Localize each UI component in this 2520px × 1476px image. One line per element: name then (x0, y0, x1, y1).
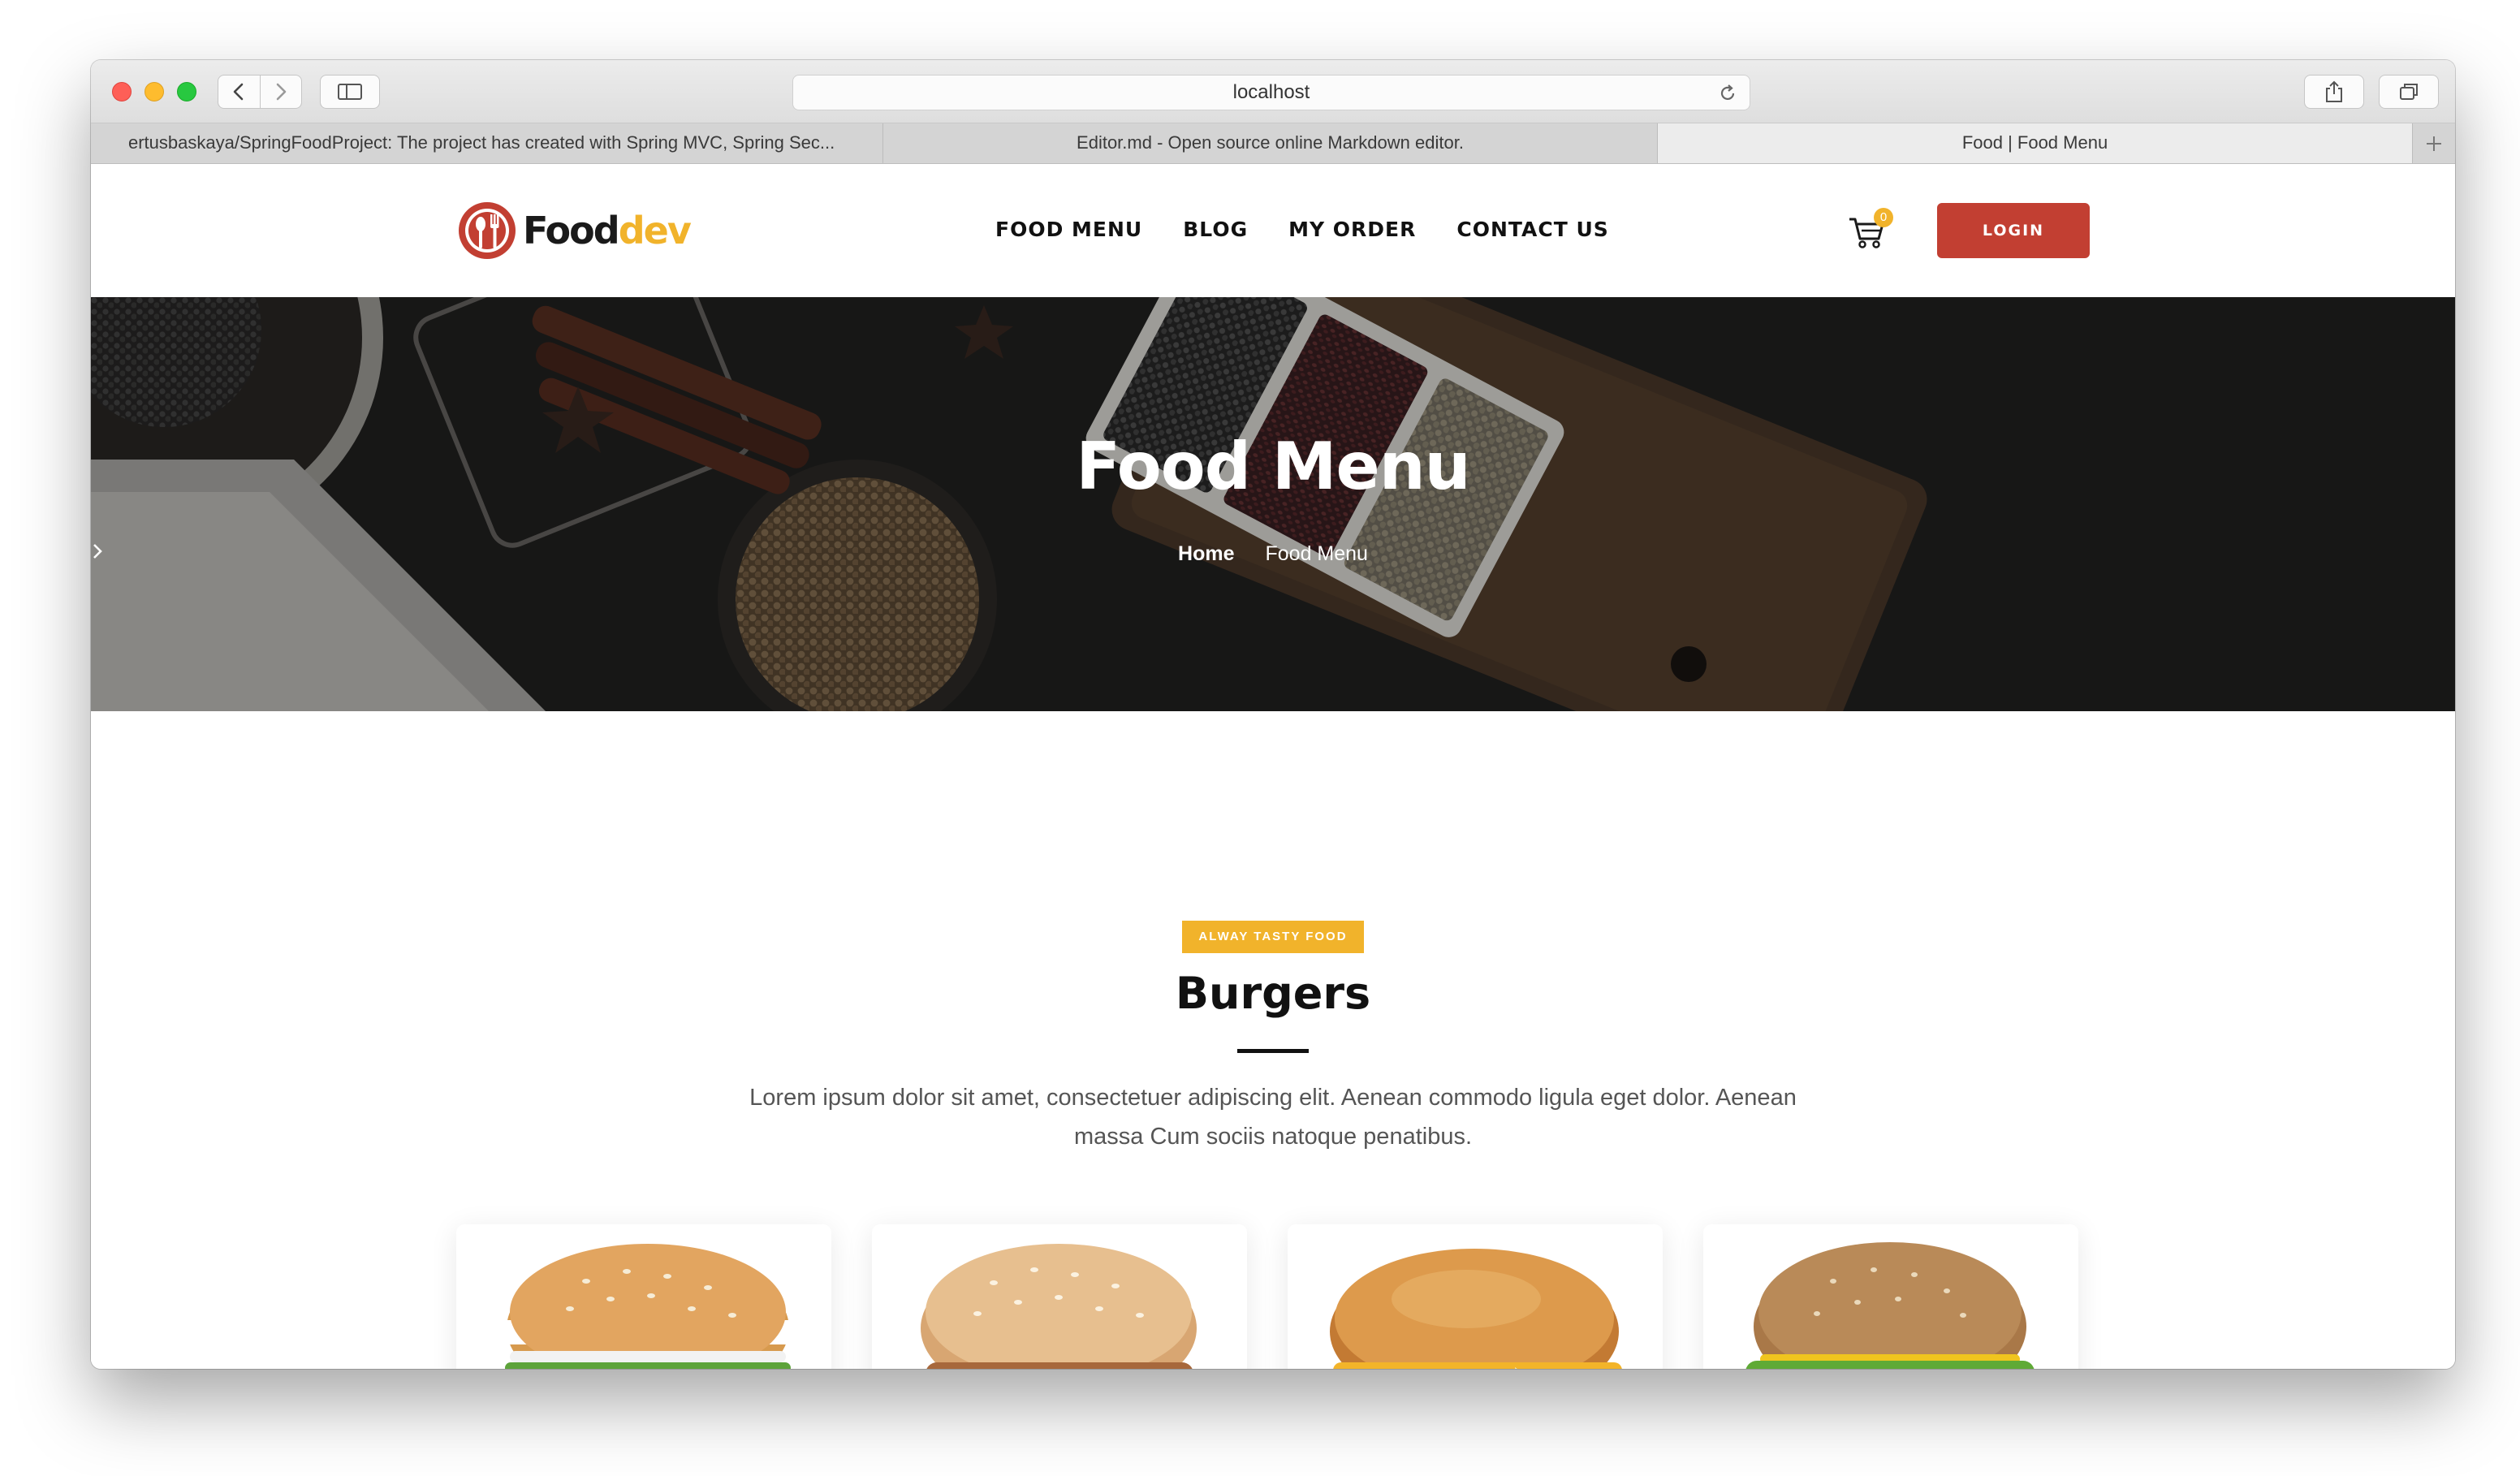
reload-icon[interactable] (1717, 83, 1738, 104)
browser-tab-editor[interactable]: Editor.md - Open source online Markdown … (883, 123, 1658, 163)
sidebar-toggle-button[interactable] (320, 75, 380, 109)
cart-count-badge: 0 (1874, 208, 1893, 227)
maximize-window-button[interactable] (177, 82, 196, 101)
logo-icon (459, 202, 516, 259)
sidebar-icon (338, 84, 362, 100)
nav-contact-us[interactable]: CONTACT US (1456, 218, 1608, 241)
share-button[interactable] (2304, 75, 2364, 109)
logo-text-food: Food (523, 209, 620, 252)
nav-my-order[interactable]: MY ORDER (1288, 218, 1416, 241)
menu-card-burger-4[interactable] (1703, 1224, 2078, 1369)
logo-text-dev: dev (618, 209, 692, 252)
share-icon (2326, 80, 2342, 102)
menu-card-burger-1[interactable] (456, 1224, 831, 1369)
back-icon (234, 83, 244, 101)
tab-bar: ertusbaskaya/SpringFoodProject: The proj… (91, 123, 2455, 164)
forward-button[interactable] (259, 76, 301, 108)
hero-banner: Food Menu Home Food Menu (91, 297, 2455, 711)
breadcrumb: Home Food Menu (91, 542, 2455, 566)
browser-titlebar: localhost (91, 60, 2455, 123)
new-tab-button[interactable] (2413, 123, 2455, 163)
browser-tab-food-menu[interactable]: Food | Food Menu (1658, 123, 2413, 163)
history-nav (218, 75, 302, 109)
section-description: Lorem ipsum dolor sit amet, consectetuer… (749, 1085, 1797, 1150)
back-button[interactable] (218, 76, 260, 108)
browser-tab-github[interactable]: ertusbaskaya/SpringFoodProject: The proj… (91, 123, 883, 163)
site-logo[interactable]: Fooddev (456, 200, 692, 261)
page-viewport: Fooddev FOOD MENU BLOG MY ORDER CONTACT … (91, 164, 2455, 1369)
burger-image (1745, 1242, 2035, 1369)
login-button[interactable]: LOGIN (1937, 203, 2090, 258)
menu-card-burger-2[interactable] (872, 1224, 1247, 1369)
nav-blog[interactable]: BLOG (1183, 218, 1248, 241)
burger-image (921, 1244, 1197, 1369)
close-window-button[interactable] (112, 82, 132, 101)
show-tabs-button[interactable] (2379, 75, 2439, 109)
site-header: Fooddev FOOD MENU BLOG MY ORDER CONTACT … (91, 164, 2455, 297)
burger-image (505, 1244, 791, 1369)
logo-wordmark: Fooddev (523, 209, 692, 252)
hero-title: Food Menu (1076, 429, 1470, 504)
minimize-window-button[interactable] (145, 82, 164, 101)
burger-image (1330, 1249, 1622, 1369)
tabs-icon (2400, 84, 2418, 100)
address-bar[interactable]: localhost (792, 75, 1750, 110)
hero-background-image (91, 297, 2455, 711)
browser-window: localhost ertusbaskaya/SpringFoodProject… (91, 60, 2455, 1369)
breadcrumb-current: Food Menu (1265, 542, 1368, 565)
section-divider (1237, 1049, 1309, 1053)
menu-card-burger-3[interactable] (1288, 1224, 1663, 1369)
main-nav: FOOD MENU BLOG MY ORDER CONTACT US (995, 218, 1609, 241)
breadcrumb-home[interactable]: Home (1178, 542, 1234, 566)
nav-food-menu[interactable]: FOOD MENU (995, 218, 1142, 241)
forward-icon (276, 83, 287, 101)
section-tag: ALWAY TASTY FOOD (1182, 921, 1364, 953)
new-tab-icon (2427, 136, 2441, 151)
cart-button[interactable]: 0 (1848, 208, 1893, 250)
chevron-right-icon (93, 544, 102, 559)
section-title: Burgers (1175, 968, 1371, 1019)
address-url: localhost (1232, 81, 1310, 103)
